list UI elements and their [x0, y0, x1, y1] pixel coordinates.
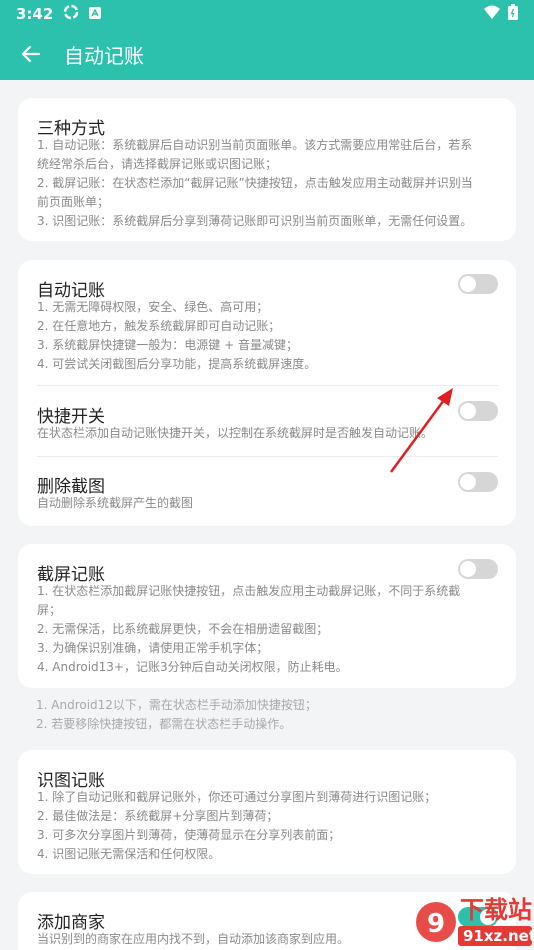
watermark-logo: 9 下载站 91xz.net [414, 888, 534, 950]
auto-description: 1. 无需无障碍权限，安全、绿色、高可用； 2. 在任意地方，触发系统截屏即可自… [37, 300, 317, 371]
svg-text:9: 9 [427, 909, 445, 939]
status-time: 3:42 [16, 5, 54, 23]
annotation-arrow-icon [389, 388, 453, 473]
toggle-knob [460, 276, 476, 292]
image-card: 识图记账 1. 除了自动记账和截屏记账外，你还可通过分享图片到薄荷进行识图记账；… [18, 750, 516, 874]
sync-icon [63, 4, 79, 24]
page-title: 自动记账 [64, 43, 144, 68]
modes-card: 三种方式 1. 自动记账：系统截屏后自动识别当前页面账单。该方式需要应用常驻后台… [18, 98, 516, 241]
modes-description: 1. 自动记账：系统截屏后自动识别当前页面账单。该方式需要应用常驻后台，若系 统… [37, 138, 473, 228]
screenshot-card: 截屏记账 1. 在状态栏添加截屏记账快捷按钮，点击触发应用主动截屏记账，不同于系… [18, 544, 516, 688]
image-description: 1. 除了自动记账和截屏记账外，你还可通过分享图片到薄荷进行识图记账； 2. 最… [37, 790, 437, 861]
toggle-knob [460, 561, 476, 577]
wifi-icon [484, 5, 500, 23]
shortcut-toggle[interactable] [458, 401, 498, 421]
back-button[interactable] [14, 37, 48, 71]
screenshot-toggle[interactable] [458, 559, 498, 579]
arrow-left-icon [21, 45, 41, 63]
status-bar: 3:42 [0, 0, 534, 28]
toggle-knob [460, 403, 476, 419]
battery-icon [508, 4, 518, 24]
app-notification-icon [89, 5, 102, 23]
android-note: 1. Android12以下，需在状态栏手动添加快捷按钮； 2. 若要移除快捷按… [36, 698, 317, 731]
app-bar: 自动记账 [0, 28, 534, 80]
svg-text:下载站: 下载站 [460, 896, 532, 924]
settings-scroll[interactable]: 三种方式 1. 自动记账：系统截屏后自动识别当前页面账单。该方式需要应用常驻后台… [0, 80, 534, 950]
toggle-knob [460, 474, 476, 490]
delete-screenshot-description: 自动删除系统截屏产生的截图 [37, 496, 194, 510]
svg-text:91xz.net: 91xz.net [463, 927, 534, 945]
auto-toggle[interactable] [458, 274, 498, 294]
delete-screenshot-toggle[interactable] [458, 472, 498, 492]
screenshot-description: 1. 在状态栏添加截屏记账快捷按钮，点击触发应用主动截屏记账，不同于系统截 屏；… [37, 584, 461, 674]
